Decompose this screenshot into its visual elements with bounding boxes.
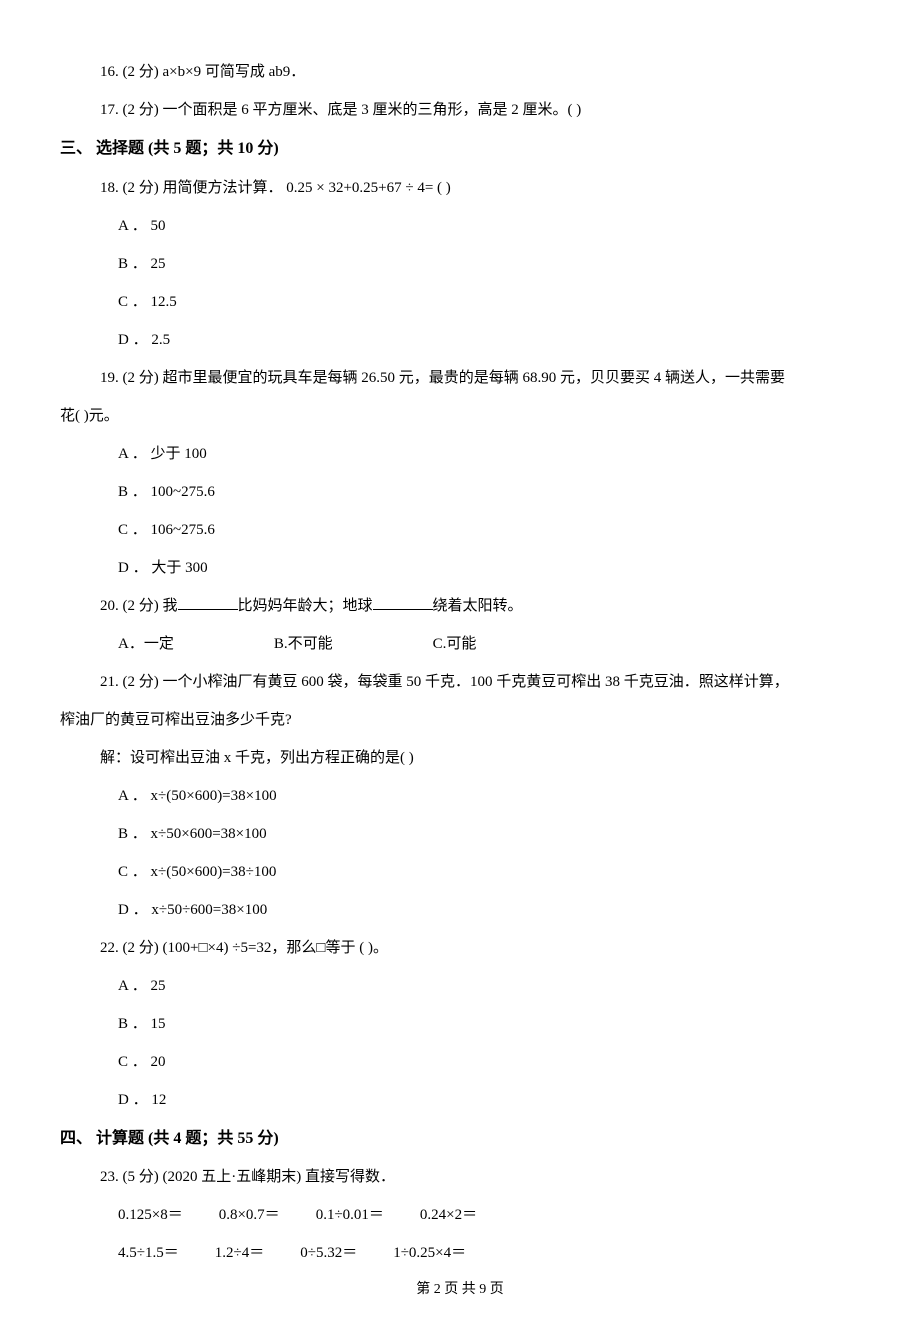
blank-fill[interactable] [178,595,238,610]
section-3-header: 三、 选择题 (共 5 题；共 10 分) [60,136,860,162]
calc-item: 0.24×2＝ [420,1203,477,1227]
question-22-option-d: D ． 12 [60,1088,860,1112]
calc-item: 0.1÷0.01＝ [316,1203,384,1227]
calc-item: 0.125×8＝ [118,1203,183,1227]
question-22-option-c: C ． 20 [60,1050,860,1074]
section-4-header: 四、 计算题 (共 4 题；共 55 分) [60,1126,860,1152]
calc-item: 0÷5.32＝ [300,1241,357,1265]
question-18-option-b: B ． 25 [60,252,860,276]
question-22-stem: 22. (2 分) (100+□×4) ÷5=32，那么□等于 ( )。 [60,936,860,960]
question-19-option-d: D ． 大于 300 [60,556,860,580]
blank-fill[interactable] [373,595,433,610]
question-18-option-c: C ． 12.5 [60,290,860,314]
calc-item: 1÷0.25×4＝ [393,1241,466,1265]
question-18-option-a: A ． 50 [60,214,860,238]
question-19-option-b: B ． 100~275.6 [60,480,860,504]
question-21-option-d: D ． x÷50÷600=38×100 [60,898,860,922]
question-20-option-c: C.可能 [433,632,477,656]
question-21-stem-line2: 榨油厂的黄豆可榨出豆油多少千克? [60,708,860,732]
question-16: 16. (2 分) a×b×9 可简写成 ab9． [60,60,860,84]
question-22-option-a: A ． 25 [60,974,860,998]
page-footer: 第 2 页 共 9 页 [60,1279,860,1301]
question-19-stem-line1: 19. (2 分) 超市里最便宜的玩具车是每辆 26.50 元，最贵的是每辆 6… [60,366,860,390]
question-20-option-a: A．一定 [118,632,174,656]
question-23-stem: 23. (5 分) (2020 五上·五峰期末) 直接写得数． [60,1165,860,1189]
calc-item: 0.8×0.7＝ [219,1203,280,1227]
calc-item: 4.5÷1.5＝ [118,1241,179,1265]
question-20-stem-part2: 比妈妈年龄大；地球 [238,598,373,614]
question-19-stem-line2: 花( )元。 [60,404,860,428]
question-18-stem: 18. (2 分) 用简便方法计算． 0.25 × 32+0.25+67 ÷ 4… [60,176,860,200]
question-20-stem-part3: 绕着太阳转。 [433,598,523,614]
question-21-stem-line3: 解：设可榨出豆油 x 千克，列出方程正确的是( ) [60,746,860,770]
question-20-option-b: B.不可能 [274,632,333,656]
calc-item: 1.2÷4＝ [215,1241,264,1265]
question-19-option-a: A ． 少于 100 [60,442,860,466]
question-21-stem-line1: 21. (2 分) 一个小榨油厂有黄豆 600 袋，每袋重 50 千克．100 … [60,670,860,694]
question-21-option-c: C ． x÷(50×600)=38÷100 [60,860,860,884]
question-21-option-a: A ． x÷(50×600)=38×100 [60,784,860,808]
question-23-row-2: 4.5÷1.5＝ 1.2÷4＝ 0÷5.32＝ 1÷0.25×4＝ [60,1241,860,1265]
question-22-option-b: B ． 15 [60,1012,860,1036]
question-17: 17. (2 分) 一个面积是 6 平方厘米、底是 3 厘米的三角形，高是 2 … [60,98,860,122]
question-20-options: A．一定 B.不可能 C.可能 [60,632,860,656]
question-20-stem-part1: 20. (2 分) 我 [100,598,178,614]
question-19-option-c: C ． 106~275.6 [60,518,860,542]
question-21-option-b: B ． x÷50×600=38×100 [60,822,860,846]
question-20-stem: 20. (2 分) 我 比妈妈年龄大；地球 绕着太阳转。 [60,594,860,618]
question-18-option-d: D ． 2.5 [60,328,860,352]
question-23-row-1: 0.125×8＝ 0.8×0.7＝ 0.1÷0.01＝ 0.24×2＝ [60,1203,860,1227]
